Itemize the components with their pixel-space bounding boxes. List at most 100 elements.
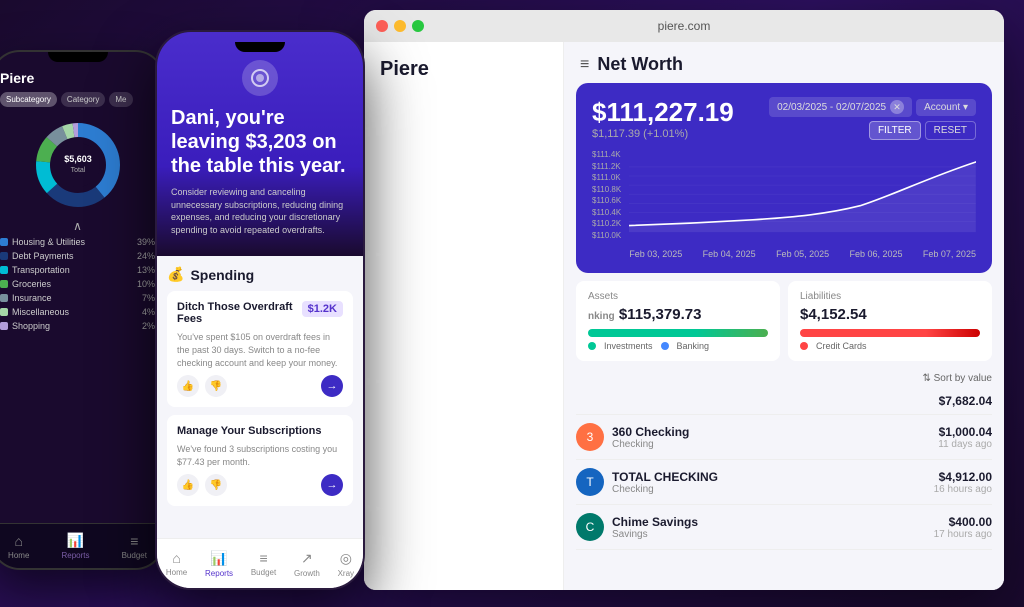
page-title: Net Worth: [597, 54, 683, 75]
p2-budget-icon: ≡: [259, 550, 267, 566]
date-range-close[interactable]: ✕: [890, 100, 904, 114]
reaction-buttons-2: 👍 👎: [177, 474, 227, 496]
card-overdraft-footer: 👍 👎 →: [177, 375, 343, 397]
spending-card-overdraft: Ditch Those Overdraft Fees $1.2K You've …: [167, 291, 353, 407]
chart-labels: Feb 03, 2025 Feb 04, 2025 Feb 05, 2025 F…: [629, 245, 976, 259]
trans-amount-chime: $400.00: [934, 515, 992, 529]
app-main: ≡ Net Worth $111,227.19 $1,117.39 (+1.01…: [564, 42, 1004, 590]
p2-nav-budget[interactable]: ≡ Budget: [251, 550, 276, 577]
money-bag-icon: 💰: [167, 266, 184, 283]
net-worth-chart: [629, 150, 976, 240]
sidebar-title: Piere: [364, 42, 563, 97]
app-sidebar: Piere: [364, 42, 564, 590]
legend-transportation: Transportation 13%: [0, 265, 155, 275]
phone-left-content: Piere Subcategory Category Me $5,603 Tot…: [0, 62, 163, 343]
nav-category[interactable]: Category: [61, 92, 105, 107]
liabilities-label: Liabilities: [800, 291, 980, 302]
spending-header: 💰 Spending: [167, 266, 353, 283]
trans-amount-360: $1,000.04: [938, 425, 992, 439]
thumbs-up-button-2[interactable]: 👍: [177, 474, 199, 496]
card-subs-title: Manage Your Subscriptions: [177, 425, 343, 437]
trans-sub-total: Checking: [612, 484, 718, 495]
trans-name-chime: Chime Savings: [612, 515, 698, 529]
card-subs-header: Manage Your Subscriptions: [177, 425, 343, 437]
assets-liabilities-row: Assets nking $115,379.73 Investments Ban…: [576, 281, 992, 361]
table-row: 3 360 Checking Checking $1,000.04 11 day…: [576, 415, 992, 460]
banking-dot: [661, 342, 669, 350]
trans-icon-360: 3: [576, 423, 604, 451]
trans-sub-chime: Savings: [612, 529, 698, 540]
hamburger-icon: ≡: [580, 56, 589, 74]
table-row: T TOTAL CHECKING Checking $4,912.00 16 h…: [576, 460, 992, 505]
trans-right-total: $4,912.00 16 hours ago: [934, 470, 992, 495]
svg-text:$5,603: $5,603: [64, 154, 92, 164]
card-subs-arrow[interactable]: →: [321, 474, 343, 496]
home-icon: ⌂: [14, 533, 22, 549]
spending-card-subscriptions: Manage Your Subscriptions We've found 3 …: [167, 415, 353, 506]
p2-nav-home[interactable]: ⌂ Home: [166, 550, 187, 577]
trans-time-chime: 17 hours ago: [934, 529, 992, 540]
thumbs-down-button[interactable]: 👎: [205, 375, 227, 397]
maximize-dot[interactable]: [412, 20, 424, 32]
piere-logo: [242, 60, 278, 96]
legend-groceries: Groceries 10%: [0, 279, 155, 289]
phone-center-headline: Dani, you're leaving $3,203 on the table…: [171, 106, 349, 178]
assets-amount: nking $115,379.73: [588, 306, 768, 323]
p2-nav-reports[interactable]: 📊 Reports: [205, 550, 233, 578]
nw-amount: $111,227.19: [592, 97, 734, 128]
main-header: ≡ Net Worth: [564, 42, 1004, 83]
trans-time-total: 16 hours ago: [934, 484, 992, 495]
liabilities-card: Liabilities $4,152.54 Credit Cards: [788, 281, 992, 361]
nav-reports[interactable]: 📊 Reports: [61, 532, 89, 560]
trans-left-360: 3 360 Checking Checking: [576, 423, 689, 451]
assets-bar: [588, 329, 768, 337]
trans-sub-360: Checking: [612, 439, 689, 450]
chevron-up[interactable]: ∧: [0, 219, 155, 233]
app-content: Piere ≡ Net Worth $111,227.19 $1,117.39 …: [364, 42, 1004, 590]
trans-name-360: 360 Checking: [612, 425, 689, 439]
card-overdraft-body: You've spent $105 on overdraft fees in t…: [177, 331, 343, 369]
donut-chart: $5,603 Total: [0, 115, 155, 215]
thumbs-down-button-2[interactable]: 👎: [205, 474, 227, 496]
trans-left-chime: C Chime Savings Savings: [576, 513, 698, 541]
card-overdraft-arrow[interactable]: →: [321, 375, 343, 397]
trans-right-360: $1,000.04 11 days ago: [938, 425, 992, 450]
liabilities-legend: Credit Cards: [800, 341, 980, 351]
p2-home-icon: ⌂: [172, 550, 180, 566]
phone-center-bottom-nav: ⌂ Home 📊 Reports ≡ Budget ↗ Growth ◎ Xra…: [157, 538, 363, 588]
account-dropdown[interactable]: Account ▾: [916, 99, 976, 116]
thumbs-up-button[interactable]: 👍: [177, 375, 199, 397]
reset-button[interactable]: RESET: [925, 121, 976, 140]
filter-button[interactable]: FILTER: [869, 121, 921, 140]
trans-time-360: 11 days ago: [938, 439, 992, 450]
card-subs-footer: 👍 👎 →: [177, 474, 343, 496]
phone-left-bottom-nav: ⌂ Home 📊 Reports ≡ Budget: [0, 523, 163, 568]
p2-growth-icon: ↗: [301, 550, 313, 567]
p2-nav-growth[interactable]: ↗ Growth: [294, 550, 320, 578]
nw-change: $1,117.39 (+1.01%): [592, 128, 734, 140]
transaction-total: $7,682.04: [576, 388, 992, 415]
p2-xray-icon: ◎: [340, 550, 352, 567]
trans-right-chime: $400.00 17 hours ago: [934, 515, 992, 540]
phone-center-notch: [235, 42, 285, 52]
trans-amount-total: $4,912.00: [934, 470, 992, 484]
phone-center-subtext: Consider reviewing and canceling unneces…: [171, 186, 349, 236]
phone-left: Piere Subcategory Category Me $5,603 Tot…: [0, 50, 165, 570]
nav-me[interactable]: Me: [109, 92, 132, 107]
nav-subcategory[interactable]: Subcategory: [0, 92, 57, 107]
legend-debt: Debt Payments 24%: [0, 251, 155, 261]
minimize-dot[interactable]: [394, 20, 406, 32]
sort-bar[interactable]: ⇅ Sort by value: [564, 369, 1004, 388]
assets-card: Assets nking $115,379.73 Investments Ban…: [576, 281, 780, 361]
nav-home[interactable]: ⌂ Home: [8, 533, 29, 560]
browser-window: piere.com Piere ≡ Net Worth $111,227.19 …: [364, 10, 1004, 590]
assets-label: Assets: [588, 291, 768, 302]
reports-icon: 📊: [67, 532, 84, 549]
reaction-buttons: 👍 👎: [177, 375, 227, 397]
nav-budget[interactable]: ≡ Budget: [122, 533, 147, 560]
phone-left-nav: Subcategory Category Me: [0, 92, 155, 107]
legend-shopping: Shopping 2%: [0, 321, 155, 331]
date-range[interactable]: 02/03/2025 - 02/07/2025 ✕: [769, 97, 912, 117]
p2-nav-xray[interactable]: ◎ Xray: [338, 550, 354, 578]
close-dot[interactable]: [376, 20, 388, 32]
